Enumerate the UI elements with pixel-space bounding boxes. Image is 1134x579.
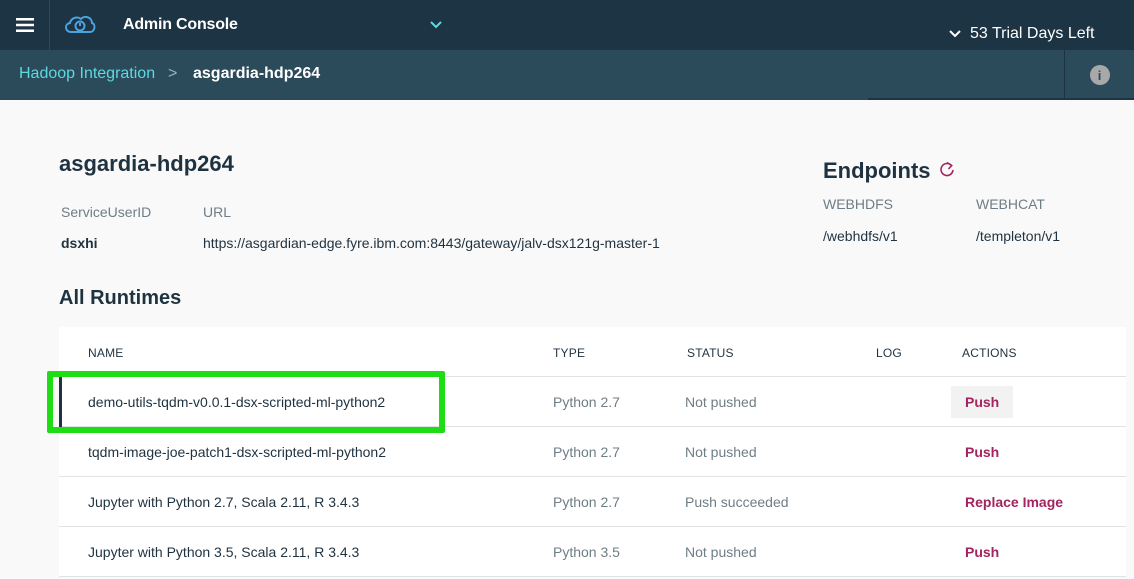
webhcat-label: WEBHCAT xyxy=(976,196,1045,212)
column-header-type[interactable]: TYPE xyxy=(553,346,585,360)
chevron-down-icon xyxy=(949,30,961,38)
menu-icon xyxy=(15,18,34,32)
page-title: asgardia-hdp264 xyxy=(59,151,234,176)
breadcrumb: Hadoop Integration > asgardia-hdp264 xyxy=(0,50,1134,100)
runtime-type: Python 3.5 xyxy=(553,544,620,560)
runtimes-table: NAME TYPE STATUS LOG ACTIONS demo-utils-… xyxy=(59,327,1126,577)
runtime-status: Not pushed xyxy=(685,544,757,560)
push-button[interactable]: Push xyxy=(965,544,999,560)
webhdfs-value: /webhdfs/v1 xyxy=(823,228,898,244)
refresh-icon[interactable] xyxy=(938,160,956,178)
table-row[interactable]: demo-utils-tqdm-v0.0.1-dsx-scripted-ml-p… xyxy=(59,377,1126,427)
runtime-status: Not pushed xyxy=(685,444,757,460)
menu-button[interactable] xyxy=(0,0,50,50)
runtime-type: Python 2.7 xyxy=(553,394,620,410)
cloud-logo-icon xyxy=(65,15,96,33)
push-button[interactable]: Push xyxy=(951,386,1014,418)
divider xyxy=(868,98,1134,100)
table-header: NAME TYPE STATUS LOG ACTIONS xyxy=(59,327,1126,377)
runtime-status: Push succeeded xyxy=(685,494,789,510)
app-title: Admin Console xyxy=(123,16,238,33)
table-row[interactable]: Jupyter with Python 3.5, Scala 2.11, R 3… xyxy=(59,527,1126,577)
replace-image-button[interactable]: Replace Image xyxy=(965,494,1063,510)
runtime-type: Python 2.7 xyxy=(553,444,620,460)
runtimes-title: All Runtimes xyxy=(59,287,182,309)
info-icon: i xyxy=(1089,65,1110,85)
endpoints-title: Endpoints xyxy=(823,158,931,183)
runtime-name: Jupyter with Python 3.5, Scala 2.11, R 3… xyxy=(88,544,360,560)
column-header-name[interactable]: NAME xyxy=(88,346,123,360)
runtime-type: Python 2.7 xyxy=(553,494,620,510)
column-header-log: LOG xyxy=(876,346,902,360)
runtime-status: Not pushed xyxy=(685,394,757,410)
url-value: https://asgardian-edge.fyre.ibm.com:8443… xyxy=(203,235,660,251)
service-user-label: ServiceUserID xyxy=(61,204,152,220)
breadcrumb-link-hadoop-integration[interactable]: Hadoop Integration xyxy=(19,65,155,83)
chevron-down-icon[interactable] xyxy=(428,18,444,32)
webhcat-value: /templeton/v1 xyxy=(976,228,1061,244)
table-row[interactable]: tqdm-image-joe-patch1-dsx-scripted-ml-py… xyxy=(59,427,1126,477)
table-row[interactable]: Jupyter with Python 2.7, Scala 2.11, R 3… xyxy=(59,477,1126,527)
trial-days-dropdown[interactable]: 53 Trial Days Left xyxy=(948,25,1095,43)
runtime-name: demo-utils-tqdm-v0.0.1-dsx-scripted-ml-p… xyxy=(88,394,386,410)
url-label: URL xyxy=(203,204,232,220)
column-header-actions: ACTIONS xyxy=(962,346,1017,360)
top-bar: Admin Console 53 Trial Days Left xyxy=(0,0,1134,50)
column-header-status[interactable]: STATUS xyxy=(687,346,734,360)
runtime-name: tqdm-image-joe-patch1-dsx-scripted-ml-py… xyxy=(88,444,387,460)
service-user-value: dsxhi xyxy=(61,235,98,251)
info-button[interactable]: i xyxy=(1064,50,1134,100)
runtime-name: Jupyter with Python 2.7, Scala 2.11, R 3… xyxy=(88,494,360,510)
webhdfs-label: WEBHDFS xyxy=(823,196,893,212)
breadcrumb-current: asgardia-hdp264 xyxy=(193,65,321,82)
breadcrumb-separator: > xyxy=(168,65,178,82)
push-button[interactable]: Push xyxy=(965,444,999,460)
trial-days-label: 53 Trial Days Left xyxy=(970,25,1095,42)
